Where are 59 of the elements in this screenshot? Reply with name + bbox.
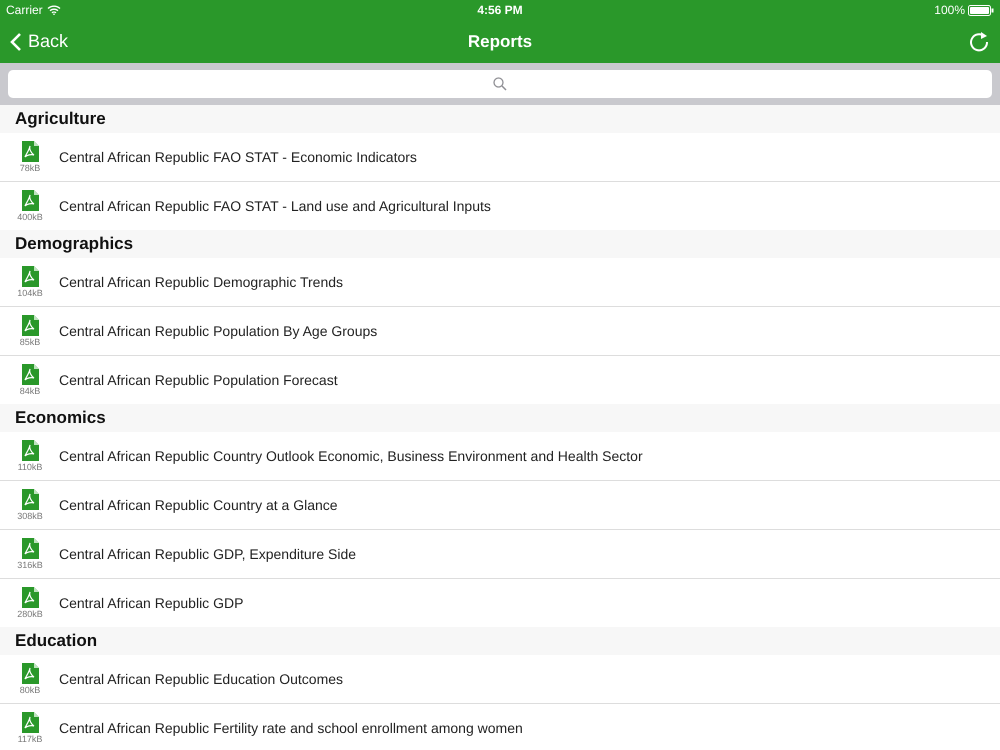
report-row[interactable]: 308kB Central African Republic Country at a Glance	[0, 481, 1000, 530]
report-title: Central African Republic Country at a Glance	[59, 497, 338, 513]
status-time: 4:56 PM	[477, 3, 523, 17]
file-size: 308kB	[17, 511, 43, 521]
report-row[interactable]: 117kB Central African Republic Fertility rate and school enrollment among women	[0, 704, 1000, 750]
file-size: 117kB	[18, 734, 42, 744]
pdf-file-icon	[22, 440, 38, 461]
file-size: 400kB	[17, 212, 43, 222]
section-header: Demographics	[15, 234, 134, 254]
file-size: 78kB	[20, 163, 40, 173]
section-header: Economics	[15, 408, 106, 428]
search-field[interactable]	[8, 70, 992, 98]
search-icon	[493, 77, 507, 91]
file-size: 280kB	[17, 609, 43, 619]
report-title: Central African Republic FAO STAT - Economic Indicators	[59, 149, 417, 165]
pdf-file-icon	[22, 141, 38, 162]
battery-label: 100%	[934, 3, 965, 17]
report-row[interactable]: 80kB Central African Republic Education Outcomes	[0, 655, 1000, 704]
file-size: 104kB	[17, 288, 43, 298]
report-title: Central African Republic Country Outlook Economic, Business Environment and Health Sector	[59, 448, 643, 464]
report-row[interactable]: 110kB Central African Republic Country Outlook Economic, Business Environment and Health Sector	[0, 432, 1000, 481]
report-row[interactable]: 78kB Central African Republic FAO STAT - Economic Indicators	[0, 133, 1000, 182]
report-title: Central African Republic GDP, Expenditure Side	[59, 546, 356, 562]
pdf-file-icon	[22, 712, 38, 733]
battery-icon	[968, 4, 994, 16]
report-row[interactable]: 85kB Central African Republic Population By Age Groups	[0, 307, 1000, 356]
pdf-file-icon	[22, 538, 38, 559]
report-row[interactable]: 84kB Central African Republic Population Forecast	[0, 356, 1000, 404]
report-row[interactable]: 316kB Central African Republic GDP, Expenditure Side	[0, 530, 1000, 579]
report-row[interactable]: 280kB Central African Republic GDP	[0, 579, 1000, 627]
report-title: Central African Republic Demographic Trends	[59, 274, 344, 290]
chevron-left-icon	[10, 32, 22, 52]
report-row[interactable]: 104kB Central African Republic Demographic Trends	[0, 258, 1000, 307]
report-title: Central African Republic Education Outcomes	[59, 671, 344, 687]
pdf-file-icon	[22, 663, 38, 684]
report-title: Central African Republic FAO STAT - Land use and Agricultural Inputs	[59, 198, 491, 214]
pdf-file-icon	[22, 266, 38, 287]
report-title: Central African Republic Fertility rate and school enrollment among women	[59, 720, 523, 736]
file-size: 316kB	[17, 560, 43, 570]
file-size: 80kB	[20, 685, 40, 695]
report-title: Central African Republic Population Forecast	[59, 372, 338, 388]
refresh-button[interactable]	[968, 30, 990, 52]
file-size: 85kB	[20, 337, 40, 347]
pdf-file-icon	[22, 364, 38, 385]
pdf-file-icon	[22, 190, 38, 211]
back-button[interactable]: Back	[10, 31, 68, 52]
pdf-file-icon	[22, 489, 38, 510]
nav-title: Reports	[468, 32, 532, 52]
wifi-icon	[46, 5, 61, 15]
section-header: Agriculture	[15, 109, 106, 129]
carrier-label: Carrier	[6, 3, 43, 17]
file-size: 110kB	[18, 462, 42, 472]
report-title: Central African Republic GDP	[59, 595, 244, 611]
pdf-file-icon	[22, 315, 38, 336]
section-header: Education	[15, 631, 98, 651]
report-row[interactable]: 400kB Central African Republic FAO STAT - Land use and Agricultural Inputs	[0, 182, 1000, 230]
file-size: 84kB	[20, 386, 40, 396]
pdf-file-icon	[22, 587, 38, 608]
report-title: Central African Republic Population By Age Groups	[59, 323, 378, 339]
